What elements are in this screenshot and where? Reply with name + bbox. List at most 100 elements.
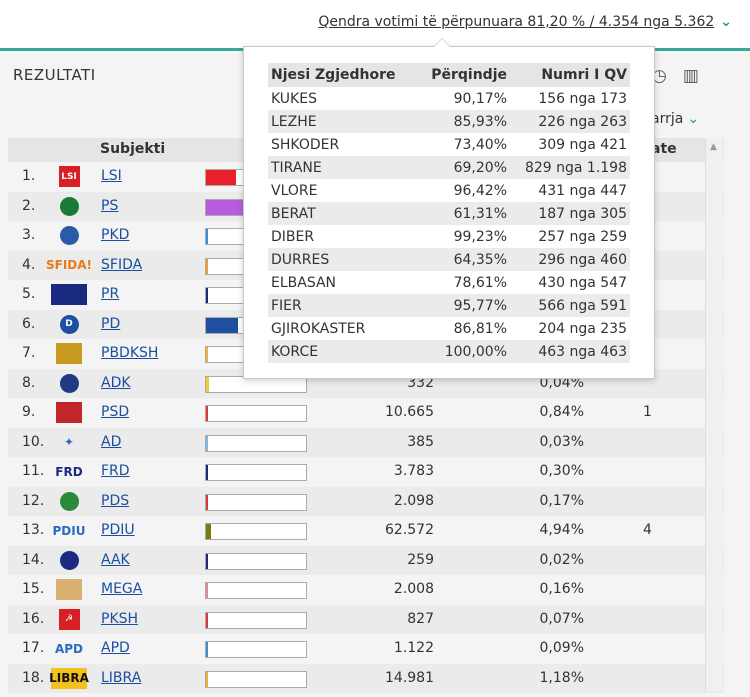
row-number: 11. [22,463,45,479]
district-name: VLORE [271,182,318,199]
party-logo-mark [56,579,82,600]
row-number: 16. [22,610,45,627]
party-logo-icon [51,284,87,305]
district-percentage: 69,20% [414,156,510,179]
table-row: 9. PSD 10.665 0,84% 1 [8,398,724,428]
chevron-down-icon[interactable]: ⌄ [720,14,732,30]
district-row: DURRES 64,35% 296 nga 460 [268,248,630,271]
party-logo-mark: FRD [55,464,83,479]
party-link[interactable]: PR [101,286,119,302]
party-link[interactable]: SFIDA [101,257,142,273]
vote-percentage: 4,94% [539,522,584,538]
party-logo-icon [51,579,87,600]
vote-count: 385 [407,433,434,450]
table-row: 13. PDIU PDIU 62.572 4,94% 4 [8,516,724,546]
district-stations: 430 nga 547 [538,274,627,291]
party-logo-icon: ✦ [51,432,87,453]
party-link[interactable]: AAK [101,552,130,568]
district-name: GJIROKASTER [271,320,366,337]
district-table-header: Njesi Zgjedhore Përqindje Numri I QV [268,63,630,87]
scrollbar[interactable]: ▲ [705,138,723,691]
party-logo-icon [51,373,87,394]
vote-share-bar [205,493,307,511]
view-toggle-icons: ◷ ▥ [652,66,715,86]
district-name: DURRES [268,248,414,271]
table-row: 15. MEGA 2.008 0,16% [8,575,724,605]
vote-share-fill [206,406,208,421]
party-link[interactable]: FRD [101,463,130,479]
row-number: 12. [22,492,45,509]
vote-share-bar [205,641,307,658]
party-logo-icon: APD [51,638,87,659]
party-link[interactable]: PKD [101,227,129,243]
district-row: KORCE 100,00% 463 nga 463 [268,340,630,363]
party-logo-icon [51,491,87,512]
bar-chart-icon[interactable]: ▥ [683,66,699,86]
column-district: Njesi Zgjedhore [268,63,414,87]
vote-share-fill [206,435,208,451]
party-logo-mark [59,373,79,393]
party-logo-mark [59,196,79,216]
party-logo-icon [51,343,87,364]
party-link[interactable]: LSI [101,168,122,184]
vote-share-fill [206,465,208,480]
party-link[interactable]: PDIU [101,522,135,538]
party-logo-mark: SFIDA! [45,258,93,272]
vote-percentage: 0,30% [539,463,584,479]
vote-percentage: 0,02% [539,551,584,568]
table-row: 16. ☭ PKSH 827 0,07% [8,604,724,634]
district-row: SHKODER 73,40% 309 nga 421 [268,133,630,156]
vote-percentage: 0,84% [539,404,584,420]
district-stations: 156 nga 173 [538,90,627,107]
party-link[interactable]: APD [101,640,130,656]
party-link[interactable]: PS [101,198,118,214]
district-name: LEZHE [268,110,414,133]
chevron-down-icon[interactable]: ⌄ [687,111,699,127]
party-link[interactable]: PSD [101,404,129,420]
district-name: BERAT [268,202,414,225]
row-number: 5. [22,286,36,302]
party-link[interactable]: LIBRA [101,670,141,686]
vote-share-fill [206,347,208,362]
vote-share-fill [206,288,208,303]
column-percentage: Përqindje [414,63,510,87]
district-name: FIER [268,294,414,317]
vote-share-bar [205,582,307,599]
row-number: 3. [22,227,36,243]
district-row: TIRANE 69,20% 829 nga 1.198 [268,156,630,179]
sort-dropdown[interactable]: arrja ⌄ [651,111,699,127]
district-table-body: KUKES 90,17% 156 nga 173 LEZHE 85,93% 226 nga… [268,87,630,363]
vote-share-bar [205,434,307,452]
party-logo-mark: ✦ [63,435,75,449]
party-link[interactable]: AD [101,434,121,450]
party-link[interactable]: PD [101,316,120,332]
popup-arrow [433,38,451,47]
seat-count: 1 [643,404,652,420]
table-row: 18. LIBRA LIBRA 14.981 1,18% [8,663,724,693]
processed-stations-text[interactable]: Qendra votimi të përpunuara 81,20 % / 4.… [318,14,714,30]
party-link[interactable]: PKSH [101,611,138,627]
party-link[interactable]: ADK [101,375,131,391]
party-logo-mark: ☭ [58,608,80,630]
vote-count: 2.098 [393,492,434,509]
party-link[interactable]: PBDKSH [101,345,158,361]
party-link[interactable]: PDS [101,493,129,509]
row-number: 10. [22,433,45,450]
processed-stations-link[interactable]: Qendra votimi të përpunuara 81,20 % / 4.… [318,14,732,30]
sort-label[interactable]: arrja [651,111,683,127]
district-name: DIBER [271,228,315,245]
party-link[interactable]: MEGA [101,581,142,597]
district-row: VLORE 96,42% 431 nga 447 [268,179,630,202]
district-percentage: 99,23% [453,228,507,245]
district-stations: 309 nga 421 [538,136,627,153]
district-stations: 431 nga 447 [538,182,627,199]
vote-percentage: 1,18% [539,669,584,686]
row-number: 1. [22,168,36,184]
scroll-up-icon[interactable]: ▲ [710,142,717,152]
vote-share-fill [206,170,236,185]
vote-percentage: 0,17% [539,492,584,509]
vote-count: 3.783 [393,463,434,479]
vote-count: 10.665 [385,404,434,420]
table-row: 17. APD APD 1.122 0,09% [8,634,724,664]
vote-share-fill [206,553,208,569]
